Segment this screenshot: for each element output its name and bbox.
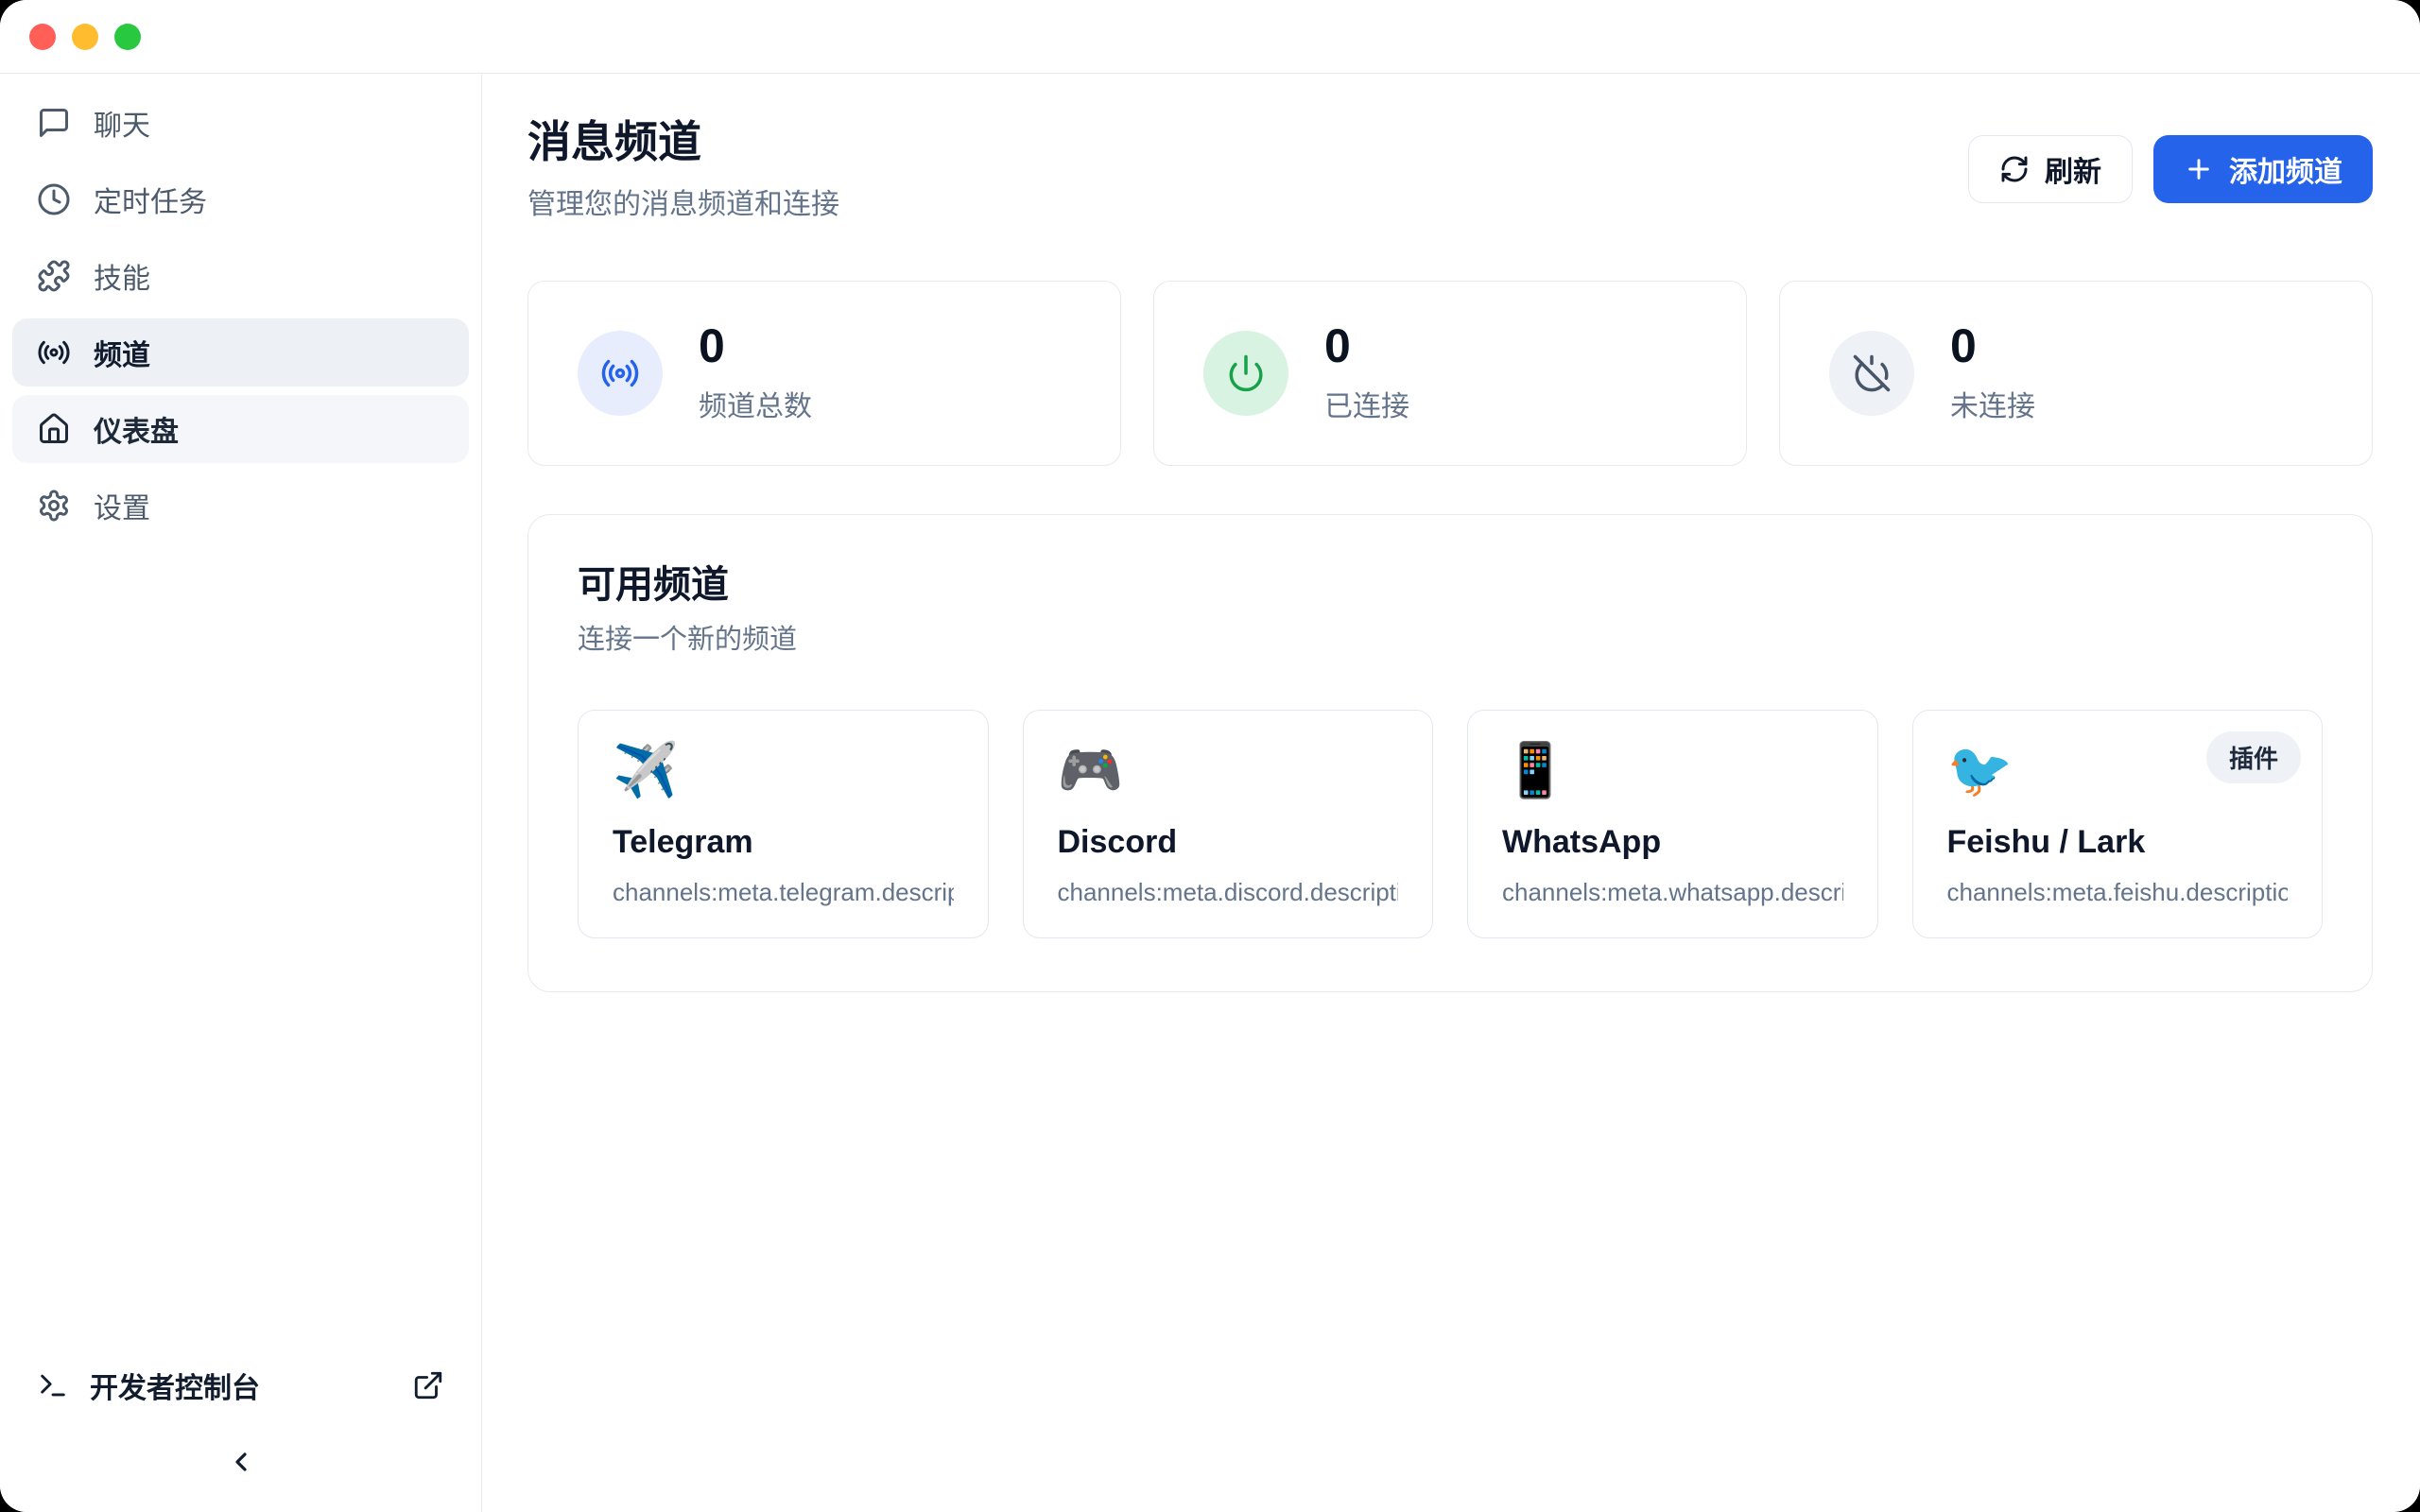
channel-card-whatsapp[interactable]: 📱 WhatsApp channels:meta.whatsapp.descri…: [1467, 710, 1878, 938]
channel-description: channels:meta.telegram.descript: [613, 878, 954, 907]
sidebar-item-chat[interactable]: 聊天: [12, 89, 469, 157]
titlebar: [0, 0, 2420, 74]
power-off-icon: [1852, 353, 1892, 393]
stats-row: 0 频道总数 0 已连接: [527, 281, 2373, 466]
page-header: 消息频道 管理您的消息频道和连接 刷新 添加频道: [527, 117, 2373, 222]
add-channel-button-label: 添加频道: [2229, 148, 2342, 190]
gear-icon: [37, 489, 71, 523]
sidebar-item-channels[interactable]: 频道: [12, 318, 469, 387]
sidebar-item-label: 技能: [94, 255, 150, 297]
sidebar-item-skills[interactable]: 技能: [12, 242, 469, 310]
channel-description: channels:meta.discord.descriptio: [1058, 878, 1399, 907]
channel-name: Telegram: [613, 824, 954, 861]
stat-label: 已连接: [1324, 383, 1409, 424]
window-controls: [29, 24, 141, 50]
radio-icon: [37, 335, 71, 369]
stat-text: 0 已连接: [1324, 322, 1409, 424]
stat-card-connected: 0 已连接: [1153, 281, 1747, 466]
home-icon: [37, 412, 71, 446]
minimize-window-button[interactable]: [72, 24, 98, 50]
main-content: 消息频道 管理您的消息频道和连接 刷新 添加频道: [482, 74, 2420, 1512]
radio-icon: [600, 353, 640, 393]
close-window-button[interactable]: [29, 24, 56, 50]
page-subtitle: 管理您的消息频道和连接: [527, 180, 839, 222]
channel-name: Feishu / Lark: [1947, 824, 2289, 861]
stat-icon-wrap: [578, 331, 663, 416]
sidebar-collapse-row: [12, 1421, 469, 1503]
section-title: 可用频道: [578, 562, 2323, 608]
collapse-sidebar-button[interactable]: [208, 1429, 274, 1495]
maximize-window-button[interactable]: [114, 24, 141, 50]
stat-text: 0 未连接: [1950, 322, 2035, 424]
sidebar-item-label: 设置: [94, 485, 150, 526]
page-header-text: 消息频道 管理您的消息频道和连接: [527, 117, 839, 222]
airplane-emoji-icon: ✈️: [613, 741, 954, 801]
add-channel-button[interactable]: 添加频道: [2153, 135, 2373, 203]
stat-label: 频道总数: [699, 383, 812, 424]
stat-value: 0: [1324, 322, 1409, 369]
page-title: 消息频道: [527, 117, 839, 167]
developer-console-link[interactable]: 开发者控制台: [12, 1349, 469, 1421]
gamepad-emoji-icon: 🎮: [1058, 741, 1399, 801]
sidebar-item-label: 仪表盘: [94, 408, 179, 450]
mobile-phone-emoji-icon: 📱: [1502, 741, 1843, 801]
channel-card-discord[interactable]: 🎮 Discord channels:meta.discord.descript…: [1023, 710, 1434, 938]
stat-icon-wrap: [1203, 331, 1288, 416]
header-actions: 刷新 添加频道: [1968, 135, 2373, 203]
terminal-icon: [37, 1369, 69, 1401]
stat-card-total-channels: 0 频道总数: [527, 281, 1121, 466]
stat-card-disconnected: 0 未连接: [1779, 281, 2373, 466]
stat-value: 0: [1950, 322, 2035, 369]
power-icon: [1226, 353, 1266, 393]
section-subtitle: 连接一个新的频道: [578, 617, 2323, 657]
puzzle-icon: [37, 259, 71, 293]
sidebar-item-settings[interactable]: 设置: [12, 472, 469, 540]
refresh-icon: [1999, 154, 2030, 184]
channel-description: channels:meta.feishu.description: [1947, 878, 2289, 907]
channel-card-telegram[interactable]: ✈️ Telegram channels:meta.telegram.descr…: [578, 710, 989, 938]
channel-grid: ✈️ Telegram channels:meta.telegram.descr…: [578, 710, 2323, 938]
channel-description: channels:meta.whatsapp.descrip: [1502, 878, 1843, 907]
plugin-badge: 插件: [2206, 731, 2301, 783]
channel-name: WhatsApp: [1502, 824, 1843, 861]
developer-console-label: 开发者控制台: [90, 1365, 260, 1406]
clock-icon: [37, 182, 71, 216]
sidebar-nav: 聊天 定时任务 技能 频道 仪表盘: [12, 89, 469, 540]
sidebar-footer: 开发者控制台: [12, 1349, 469, 1503]
channel-name: Discord: [1058, 824, 1399, 861]
available-channels-panel: 可用频道 连接一个新的频道 ✈️ Telegram channels:meta.…: [527, 514, 2373, 992]
channel-card-feishu[interactable]: 插件 🐦 Feishu / Lark channels:meta.feishu.…: [1912, 710, 2324, 938]
refresh-button-label: 刷新: [2045, 148, 2101, 190]
sidebar-item-label: 频道: [94, 332, 150, 373]
stat-text: 0 频道总数: [699, 322, 812, 424]
sidebar-item-label: 聊天: [94, 102, 150, 144]
sidebar-item-label: 定时任务: [94, 179, 207, 220]
stat-label: 未连接: [1950, 383, 2035, 424]
sidebar-item-scheduled-tasks[interactable]: 定时任务: [12, 165, 469, 233]
plus-icon: [2184, 154, 2214, 184]
app-body: 聊天 定时任务 技能 频道 仪表盘: [0, 74, 2420, 1512]
sidebar-item-dashboard[interactable]: 仪表盘: [12, 395, 469, 463]
sidebar: 聊天 定时任务 技能 频道 仪表盘: [0, 74, 482, 1512]
app-window: 聊天 定时任务 技能 频道 仪表盘: [0, 0, 2420, 1512]
refresh-button[interactable]: 刷新: [1968, 135, 2133, 203]
stat-icon-wrap: [1829, 331, 1914, 416]
chevron-left-icon: [226, 1447, 256, 1477]
stat-value: 0: [699, 322, 812, 369]
external-link-icon[interactable]: [412, 1369, 444, 1401]
chat-icon: [37, 106, 71, 140]
